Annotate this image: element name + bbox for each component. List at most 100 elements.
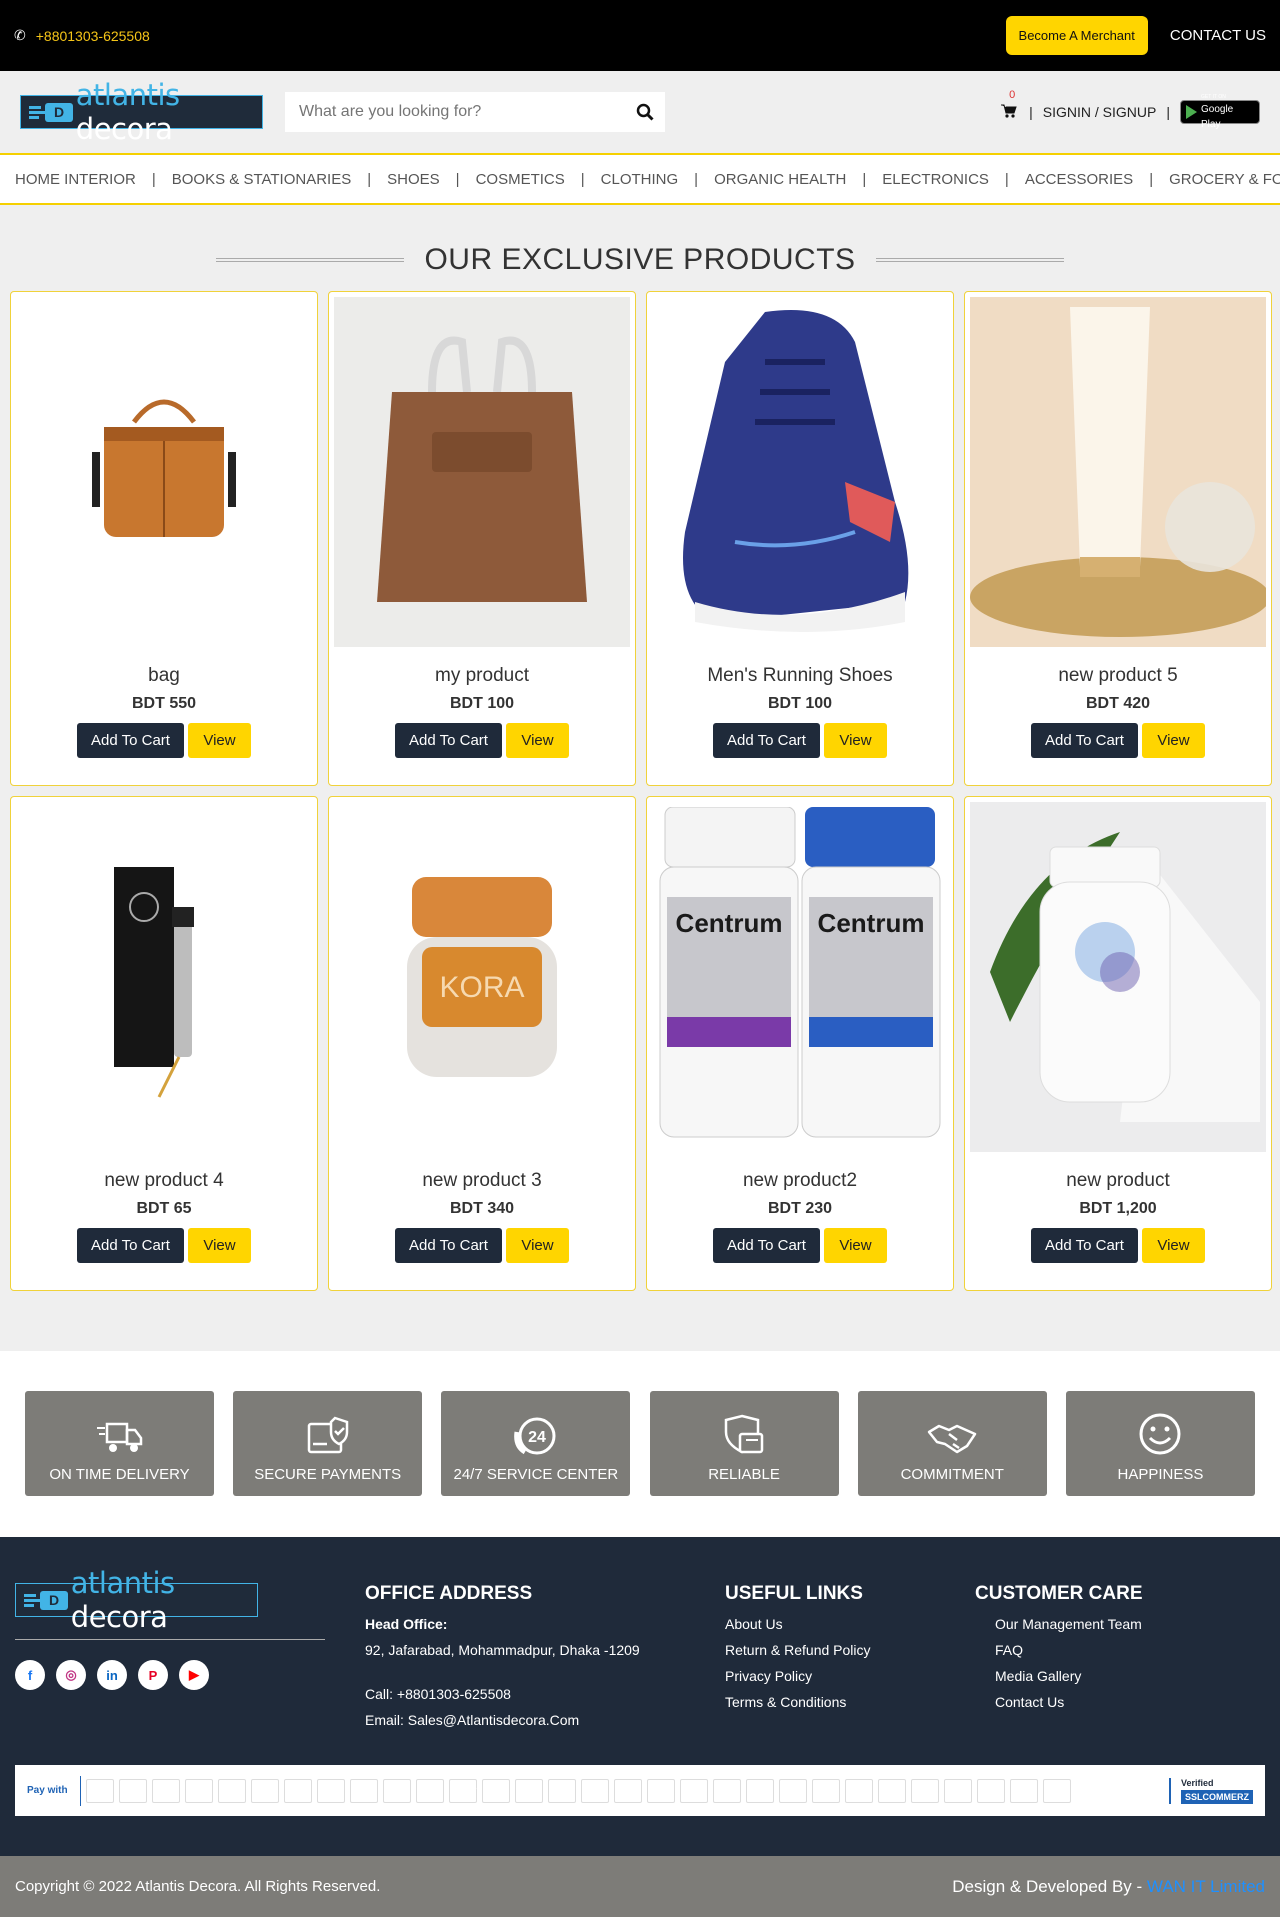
category-nav: HOME INTERIOR | BOOKS & STATIONARIES | SHO… [0, 153, 1280, 205]
phone-number[interactable]: +8801303-625508 [36, 28, 150, 44]
add-to-cart-button[interactable]: Add To Cart [395, 723, 502, 758]
product-price: BDT 1,200 [1079, 1200, 1157, 1217]
logo-mark-icon: D [22, 1588, 68, 1612]
product-image-mascara[interactable] [16, 802, 312, 1152]
product-card[interactable]: new product 4 BDT 65 Add To Cart View [10, 796, 318, 1291]
link-privacy-policy[interactable]: Privacy Policy [725, 1669, 935, 1683]
useful-links-title: USEFUL LINKS [725, 1583, 863, 1604]
product-image-shoe[interactable] [652, 297, 948, 647]
nav-item-clothing[interactable]: CLOTHING [601, 171, 679, 188]
smiley-icon [1139, 1413, 1181, 1455]
feature-label: RELIABLE [708, 1466, 780, 1483]
copyright-bar: Copyright © 2022 Atlantis Decora. All Ri… [0, 1856, 1280, 1917]
link-about-us[interactable]: About Us [725, 1617, 935, 1631]
service-24-icon: 24 [514, 1417, 556, 1455]
product-image-bag[interactable] [16, 297, 312, 647]
add-to-cart-button[interactable]: Add To Cart [77, 723, 184, 758]
link-terms[interactable]: Terms & Conditions [725, 1695, 935, 1709]
instagram-icon[interactable]: ◎ [56, 1660, 86, 1690]
contact-us-link[interactable]: CONTACT US [1170, 27, 1266, 44]
pinterest-icon[interactable]: P [138, 1660, 168, 1690]
payment-method-chip: Nagad [317, 1778, 345, 1803]
delivery-truck-icon [96, 1422, 142, 1452]
link-faq[interactable]: FAQ [975, 1643, 1215, 1657]
nav-item-home-interior[interactable]: HOME INTERIOR [15, 171, 136, 188]
nav-item-electronics[interactable]: ELECTRONICS [882, 171, 989, 188]
product-name[interactable]: bag [148, 665, 180, 687]
nav-item-shoes[interactable]: SHOES [387, 171, 440, 188]
nav-item-grocery-food[interactable]: GROCERY & FOOD [1169, 171, 1280, 188]
product-image-body-wash[interactable] [970, 297, 1266, 647]
product-name[interactable]: Men's Running Shoes [707, 665, 892, 687]
view-button[interactable]: View [187, 1228, 251, 1263]
product-name[interactable]: new product [1066, 1170, 1170, 1192]
link-contact-us[interactable]: Contact Us [975, 1695, 1215, 1709]
product-card[interactable]: Centrum Centrum new product2 BDT 230 Add… [646, 796, 954, 1291]
nav-item-organic-health[interactable]: ORGANIC HEALTH [714, 171, 846, 188]
product-name[interactable]: new product 3 [422, 1170, 541, 1192]
nav-item-accessories[interactable]: ACCESSORIES [1025, 171, 1133, 188]
footer-logo[interactable]: D atlantis decora [15, 1566, 258, 1634]
search-button[interactable] [625, 92, 665, 132]
product-image-supplement[interactable] [970, 802, 1266, 1152]
top-phone[interactable]: ✆ +8801303-625508 [14, 27, 150, 44]
feature-on-time-delivery: ON TIME DELIVERY [25, 1391, 214, 1496]
add-to-cart-button[interactable]: Add To Cart [1031, 723, 1138, 758]
youtube-icon[interactable]: ▶ [179, 1660, 209, 1690]
view-button[interactable]: View [187, 723, 251, 758]
link-return-refund[interactable]: Return & Refund Policy [725, 1643, 935, 1657]
become-merchant-button[interactable]: Become A Merchant [1005, 16, 1148, 55]
sslcommerz-text: SSLCOMMERZ [1181, 1789, 1253, 1804]
search-input[interactable] [285, 92, 625, 132]
product-image-vitamin-bottles[interactable]: Centrum Centrum [652, 802, 948, 1152]
product-card[interactable]: Men's Running Shoes BDT 100 Add To Cart … [646, 291, 954, 786]
products-section: OUR EXCLUSIVE PRODUCTS bag BDT 550 Add T… [0, 205, 1280, 1351]
add-to-cart-button[interactable]: Add To Cart [395, 1228, 502, 1263]
developer-link[interactable]: WAN IT Limited [1147, 1877, 1265, 1896]
office-email: Email: Sales@Atlantisdecora.Com [365, 1712, 580, 1728]
google-play-badge[interactable]: GET IT ON Google Play [1180, 94, 1260, 129]
payment-method-chip: FastPay [449, 1778, 477, 1803]
linkedin-icon[interactable]: in [97, 1660, 127, 1690]
add-to-cart-button[interactable]: Add To Cart [1031, 1228, 1138, 1263]
signin-link[interactable]: SIGNIN / SIGNUP [1043, 104, 1157, 120]
view-button[interactable]: View [505, 723, 569, 758]
link-media-gallery[interactable]: Media Gallery [975, 1669, 1215, 1683]
nav-item-cosmetics[interactable]: COSMETICS [476, 171, 565, 188]
copyright-text: Copyright © 2022 Atlantis Decora. All Ri… [15, 1878, 381, 1895]
product-card[interactable]: bag BDT 550 Add To Cart View [10, 291, 318, 786]
add-to-cart-button[interactable]: Add To Cart [77, 1228, 184, 1263]
view-button[interactable]: View [823, 1228, 887, 1263]
product-card[interactable]: KORA new product 3 BDT 340 Add To Cart V… [328, 796, 636, 1291]
facebook-icon[interactable]: f [15, 1660, 45, 1690]
cart-button[interactable]: 0 [1001, 89, 1019, 121]
product-card[interactable]: new product 5 BDT 420 Add To Cart View [964, 291, 1272, 786]
add-to-cart-button[interactable]: Add To Cart [713, 1228, 820, 1263]
link-management-team[interactable]: Our Management Team [975, 1617, 1215, 1631]
head-office-label: Head Office: [365, 1616, 448, 1632]
product-card[interactable]: new product BDT 1,200 Add To Cart View [964, 796, 1272, 1291]
header: D atlantis decora 0 | SIGNIN / SIGNUP | … [0, 71, 1280, 153]
product-image-cosmetic-jar[interactable]: KORA [334, 802, 630, 1152]
product-name[interactable]: new product 5 [1058, 665, 1177, 687]
site-logo[interactable]: D atlantis decora [20, 78, 263, 146]
office-address-text: 92, Jafarabad, Mohammadpur, Dhaka -1209 [365, 1642, 640, 1658]
view-button[interactable]: View [505, 1228, 569, 1263]
payment-methods-bar: Pay with VISA MC AMEX UP DC DBBL bKash Nagad Roc… [15, 1765, 1265, 1816]
add-to-cart-button[interactable]: Add To Cart [713, 723, 820, 758]
nav-item-books-stationaries[interactable]: BOOKS & STATIONARIES [172, 171, 351, 188]
view-button[interactable]: View [1141, 1228, 1205, 1263]
payment-method-chip: iPay [1043, 1778, 1071, 1803]
feature-label: ON TIME DELIVERY [49, 1466, 190, 1483]
social-links: f ◎ in P ▶ [15, 1660, 325, 1690]
product-name[interactable]: new product2 [743, 1170, 857, 1192]
product-name[interactable]: my product [435, 665, 529, 687]
view-button[interactable]: View [823, 723, 887, 758]
view-button[interactable]: View [1141, 723, 1205, 758]
svg-text:KORA: KORA [439, 971, 524, 1004]
svg-text:Centrum: Centrum [818, 908, 925, 938]
ssl-verified-badge: Verified SSLCOMMERZ [1169, 1777, 1253, 1804]
product-name[interactable]: new product 4 [104, 1170, 223, 1192]
product-image-tote[interactable] [334, 297, 630, 647]
product-card[interactable]: my product BDT 100 Add To Cart View [328, 291, 636, 786]
